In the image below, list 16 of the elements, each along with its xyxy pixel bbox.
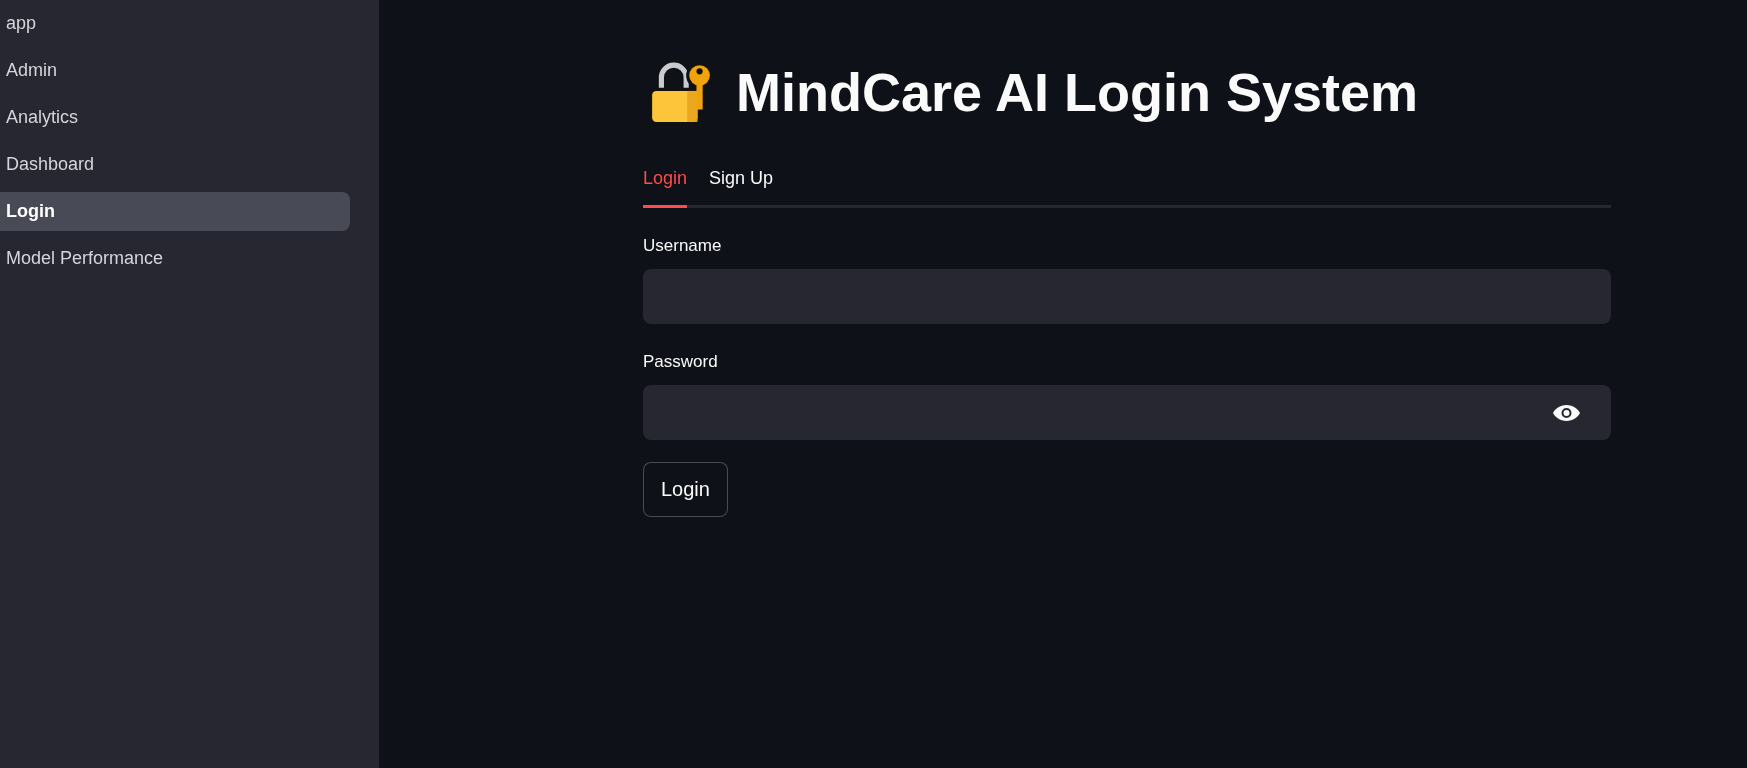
input-field[interactable] [643, 269, 1611, 324]
field-label: Password [643, 351, 718, 373]
sidebar-item[interactable]: Analytics [0, 98, 350, 137]
page-title: MindCare AI Login System [736, 63, 1419, 123]
login-button[interactable]: Login [643, 462, 728, 517]
tab[interactable]: Sign Up [709, 160, 774, 208]
sidebar-item[interactable]: Admin [0, 51, 350, 90]
lock-with-key-icon [648, 60, 714, 126]
sidebar-item[interactable]: Model Performance [0, 239, 350, 278]
sidebar-item[interactable]: app [0, 4, 350, 43]
sidebar-item[interactable]: Dashboard [0, 145, 350, 184]
field-label: Username [643, 235, 722, 257]
password-field[interactable] [643, 385, 1611, 440]
eye-icon[interactable] [1553, 404, 1580, 421]
tab[interactable]: Login [643, 160, 688, 208]
sidebar-item[interactable]: Login [0, 192, 350, 231]
